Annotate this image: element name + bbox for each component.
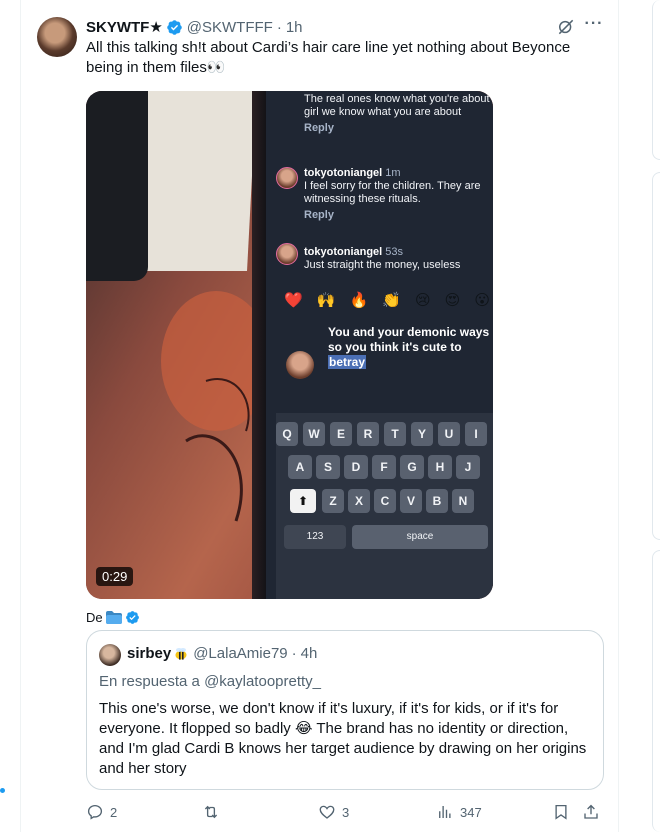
quoted-tweet-time[interactable]: 4h xyxy=(301,645,318,662)
views-button[interactable]: 347 xyxy=(436,803,482,821)
quoted-author-name[interactable]: sirbey xyxy=(127,645,171,662)
emoji-heart: ❤️ xyxy=(284,292,303,309)
tweet-text: All this talking sh!t about Cardi’s hair… xyxy=(86,39,571,76)
comment-text: Just straight the money, useless xyxy=(304,259,461,271)
like-icon xyxy=(319,805,335,819)
bookmark-button[interactable] xyxy=(552,803,570,821)
timeline-right-border xyxy=(618,0,619,832)
compose-avatar xyxy=(286,351,314,379)
translation-prefix: De xyxy=(86,609,103,625)
like-button[interactable]: 3 xyxy=(318,803,349,821)
reaction-emoji-row: ❤️ 🙌 🔥 👏 😢 😍 😮 xyxy=(284,291,490,309)
comment-user: tokyotoniangel 53s xyxy=(304,246,404,258)
phone-corner xyxy=(86,91,148,281)
reply-count: 2 xyxy=(110,804,118,820)
fabric-pattern xyxy=(161,291,266,522)
more-icon[interactable]: ··· xyxy=(584,16,604,37)
folder-icon xyxy=(105,610,122,624)
reply-icon xyxy=(87,804,103,820)
emoji-raised-hands: 🙌 xyxy=(316,292,336,309)
comment-user: tokyotoniangel 1m xyxy=(304,167,401,179)
author-avatar[interactable] xyxy=(37,17,77,57)
video-player[interactable]: The real ones know what you're about gir… xyxy=(86,91,493,599)
share-button[interactable] xyxy=(582,803,600,821)
tweet-header: SKYWTF★ @SKWTFFF · 1h xyxy=(86,17,303,37)
separator: · xyxy=(291,645,297,662)
comment-reply: Reply xyxy=(304,209,334,221)
reply-context: En respuesta a @kaylatoopretty_ xyxy=(99,673,322,690)
nav-indicator-dot xyxy=(0,788,5,793)
tweet-time[interactable]: 1h xyxy=(286,19,303,36)
comment-text: The real ones know what you're about gir… xyxy=(304,93,490,118)
sidebar-card-edge xyxy=(652,0,660,160)
shift-key-icon: ⬆ xyxy=(290,489,316,513)
compose-text: You and your demonic ways so you think i… xyxy=(328,325,490,369)
bee-icon xyxy=(175,647,187,660)
repost-button[interactable] xyxy=(202,803,226,821)
emoji-sad: 😢 xyxy=(414,292,431,309)
quoted-tweet-text: This one's worse, we don't know if it's … xyxy=(99,700,587,777)
comment-avatar xyxy=(276,243,298,265)
emoji-fire: 🔥 xyxy=(349,292,369,309)
bookmark-icon xyxy=(555,804,567,820)
emoji-wow: 😮 xyxy=(474,292,490,309)
emoji-clap: 👏 xyxy=(382,292,401,309)
video-duration: 0:29 xyxy=(96,567,134,586)
on-screen-keyboard: Q W E R T Y U I A S D F G H J ⬆ Z X C V … xyxy=(276,413,493,599)
reply-button[interactable]: 2 xyxy=(86,803,117,821)
share-icon xyxy=(584,804,598,819)
video-comment: tokyotoniangel 53s Just straight the mon… xyxy=(304,246,493,272)
quoted-tweet[interactable]: sirbey @LalaAmie79 · 4h En respuesta a @… xyxy=(86,630,604,790)
video-comment: tokyotoniangel 1m I feel sorry for the c… xyxy=(304,167,493,222)
sidebar-card-edge xyxy=(652,550,660,832)
views-count: 347 xyxy=(460,804,482,820)
like-count: 3 xyxy=(342,804,350,820)
video-comment: The real ones know what you're about gir… xyxy=(304,93,493,135)
repost-icon xyxy=(204,805,218,819)
author-name[interactable]: SKYWTF★ xyxy=(86,18,163,36)
verified-icon xyxy=(167,19,182,35)
quoted-author-avatar[interactable] xyxy=(99,644,121,666)
verified-icon xyxy=(125,610,139,624)
sidebar-card-edge xyxy=(652,172,660,540)
quoted-author-handle[interactable]: @LalaAmie79 xyxy=(193,645,287,662)
separator: · xyxy=(276,18,282,36)
timeline-left-border xyxy=(20,0,21,832)
translation-source: De xyxy=(86,608,140,626)
emoji-heart-eyes: 😍 xyxy=(444,292,461,309)
comment-avatar xyxy=(276,167,298,189)
quoted-tweet-header: sirbey @LalaAmie79 · 4h xyxy=(127,645,317,662)
grok-icon[interactable] xyxy=(556,17,576,37)
views-icon xyxy=(439,806,451,818)
author-handle[interactable]: @SKWTFFF xyxy=(187,19,273,36)
comment-text: I feel sorry for the children. They are … xyxy=(304,180,481,205)
tweet-actions: 2 3 347 xyxy=(86,803,606,823)
comment-reply: Reply xyxy=(304,122,334,134)
